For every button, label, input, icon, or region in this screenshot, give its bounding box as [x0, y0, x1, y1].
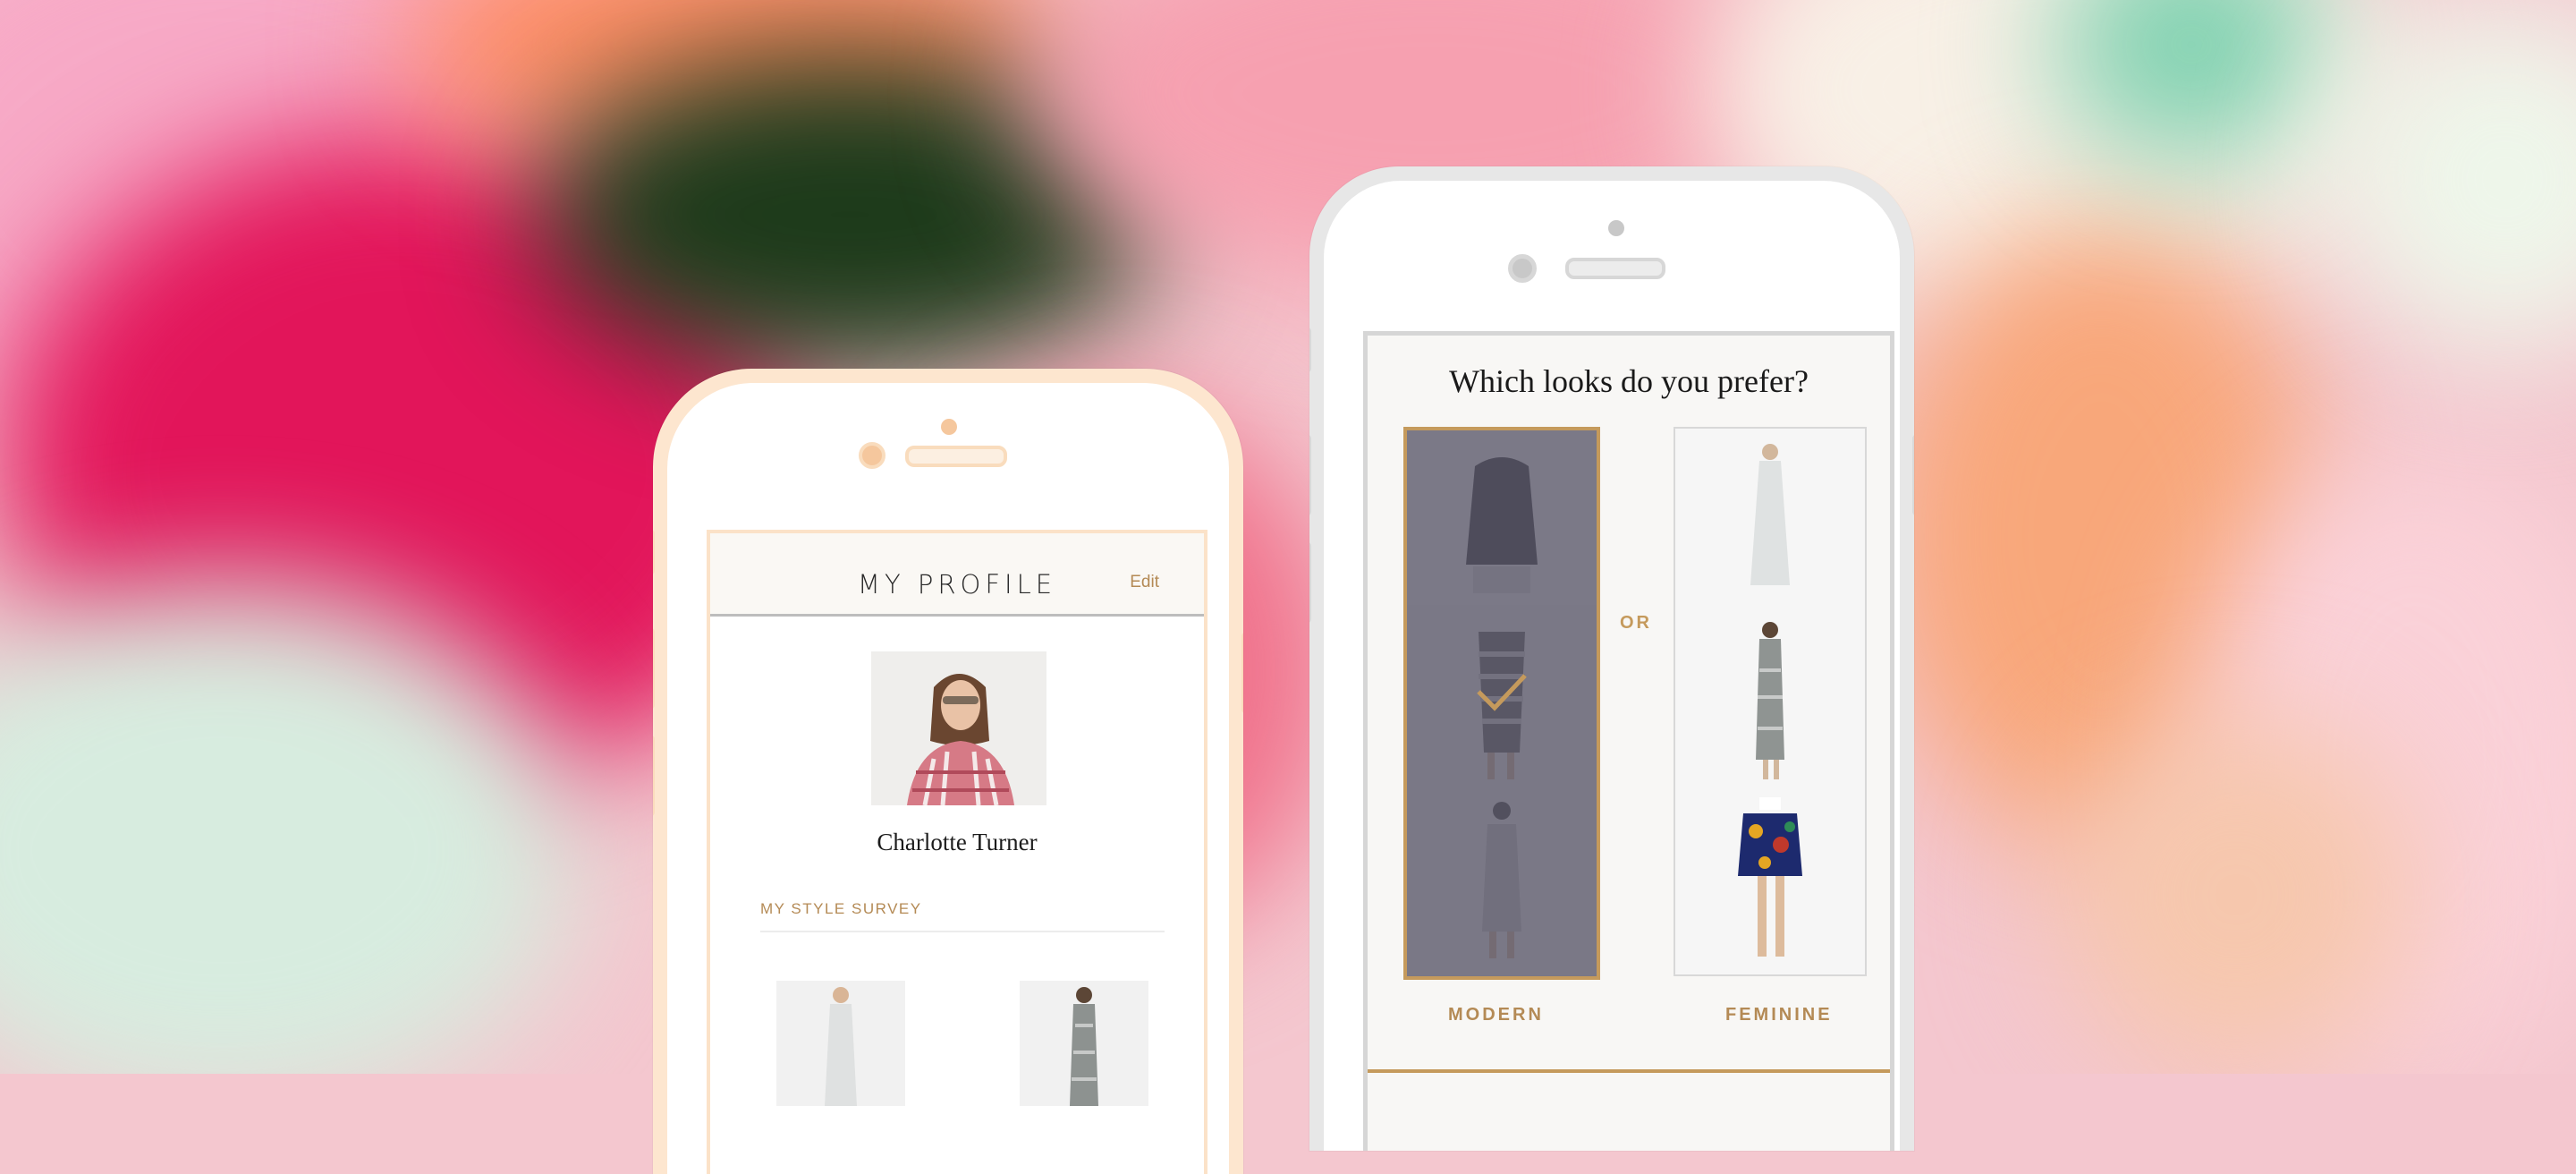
side-button: [653, 530, 655, 574]
power-button: [1241, 633, 1243, 713]
edit-button[interactable]: Edit: [1130, 573, 1159, 592]
style-survey-screen: Which looks do you prefer? OR MODERN FEM…: [1363, 331, 1894, 1151]
checkmark-icon: [1477, 674, 1527, 711]
survey-phone: Which looks do you prefer? OR MODERN FEM…: [1309, 166, 1914, 1151]
style-survey-heading: MY STYLE SURVEY: [760, 900, 922, 917]
volume-down-button: [653, 736, 655, 816]
proximity-sensor: [941, 419, 957, 435]
avatar: [871, 651, 1046, 805]
or-divider: OR: [1620, 613, 1652, 633]
phone-body: Which looks do you prefer? OR MODERN FEM…: [1324, 181, 1900, 1151]
proximity-sensor: [1608, 220, 1624, 236]
survey-thumbnail[interactable]: [776, 981, 905, 1106]
profile-name: Charlotte Turner: [877, 829, 1038, 855]
power-button: [1912, 435, 1914, 515]
option-label-feminine: FEMININE: [1725, 1005, 1833, 1025]
profile-header: MY PROFILE Edit: [710, 533, 1204, 617]
volume-up-button: [1309, 435, 1311, 515]
divider: [760, 931, 1165, 932]
floral-background: [0, 0, 2576, 1074]
earpiece-speaker: [1565, 258, 1665, 279]
profile-phone: MY PROFILE Edit Charlotte Turner MY STYL…: [653, 369, 1243, 1174]
earpiece-speaker: [905, 446, 1007, 467]
volume-down-button: [1309, 542, 1311, 623]
feminine-looks-image: [1675, 429, 1865, 974]
look-option-feminine[interactable]: [1674, 427, 1867, 976]
front-camera: [1508, 254, 1537, 283]
option-label-modern: MODERN: [1448, 1005, 1544, 1025]
volume-up-button: [653, 628, 655, 709]
look-option-modern[interactable]: [1403, 427, 1600, 980]
profile-screen: MY PROFILE Edit Charlotte Turner MY STYL…: [707, 530, 1208, 1174]
survey-thumbnail[interactable]: [1020, 981, 1148, 1106]
front-camera: [859, 442, 886, 469]
side-button: [1309, 328, 1311, 372]
continue-bar[interactable]: [1368, 1069, 1890, 1073]
phone-body: MY PROFILE Edit Charlotte Turner MY STYL…: [667, 383, 1229, 1174]
survey-question: Which looks do you prefer?: [1449, 363, 1809, 399]
